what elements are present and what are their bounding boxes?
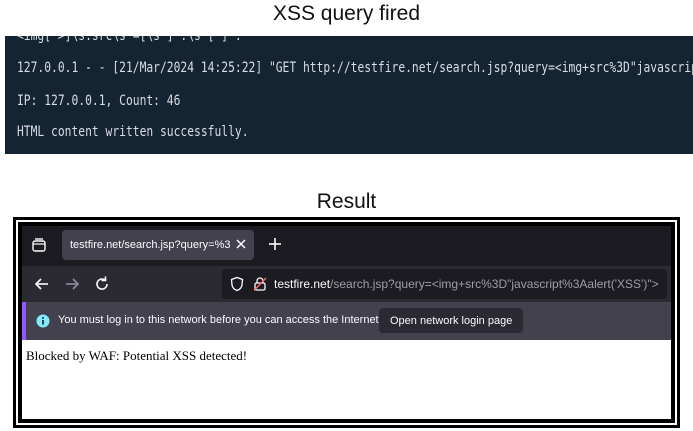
captive-portal-notification: You must log in to this network before y… xyxy=(22,302,671,340)
terminal-line: 127.0.0.1 - - [21/Mar/2024 14:25:22] "GE… xyxy=(17,60,693,76)
result-frame: testfire.net/search.jsp?query=%3Cimg+src… xyxy=(13,217,680,428)
caption-xss-query-fired: XSS query fired xyxy=(272,2,421,25)
close-icon[interactable] xyxy=(234,237,248,251)
page-content: Blocked by WAF: Potential XSS detected! xyxy=(22,340,671,419)
open-network-login-button[interactable]: Open network login page xyxy=(379,308,524,333)
navigation-toolbar: testfire.net/search.jsp?query=<img+src%3… xyxy=(22,266,671,302)
shield-icon[interactable] xyxy=(229,276,245,292)
terminal-line: IP: 127.0.0.1, Count: 46 xyxy=(17,93,181,109)
result-frame-border: testfire.net/search.jsp?query=%3Cimg+src… xyxy=(16,220,677,425)
tab-active[interactable]: testfire.net/search.jsp?query=%3Cimg+src… xyxy=(62,230,254,260)
tab-list-icon[interactable] xyxy=(28,234,50,256)
lock-icon[interactable] xyxy=(252,276,268,292)
forward-arrow-icon[interactable] xyxy=(62,274,82,294)
plus-icon[interactable] xyxy=(266,235,284,253)
notification-text: You must log in to this network before y… xyxy=(58,314,382,326)
info-icon xyxy=(36,314,50,328)
browser-window: testfire.net/search.jsp?query=%3Cimg+src… xyxy=(22,226,671,419)
caption-result: Result xyxy=(316,190,377,213)
url-domain: testfire.net xyxy=(274,277,331,291)
reload-icon[interactable] xyxy=(92,274,112,294)
back-arrow-icon[interactable] xyxy=(32,274,52,294)
terminal-line: HTML content written successfully. xyxy=(17,124,249,140)
url-path: /search.jsp?query=<img+src%3D"javascript… xyxy=(330,277,659,291)
address-bar[interactable]: testfire.net/search.jsp?query=<img+src%3… xyxy=(222,269,667,299)
terminal-line: <img[ >]\s.src\s*=[\s"]*.\s*["]*. xyxy=(17,36,242,44)
terminal-log-panel: <img[ >]\s.src\s*=[\s"]*.\s*["]*. 127.0.… xyxy=(5,36,693,154)
tab-bar: testfire.net/search.jsp?query=%3Cimg+src… xyxy=(22,226,671,266)
waf-block-message: Blocked by WAF: Potential XSS detected! xyxy=(26,348,248,363)
url-text: testfire.net/search.jsp?query=<img+src%3… xyxy=(274,277,659,291)
tab-title: testfire.net/search.jsp?query=%3Cimg+src… xyxy=(70,239,230,251)
